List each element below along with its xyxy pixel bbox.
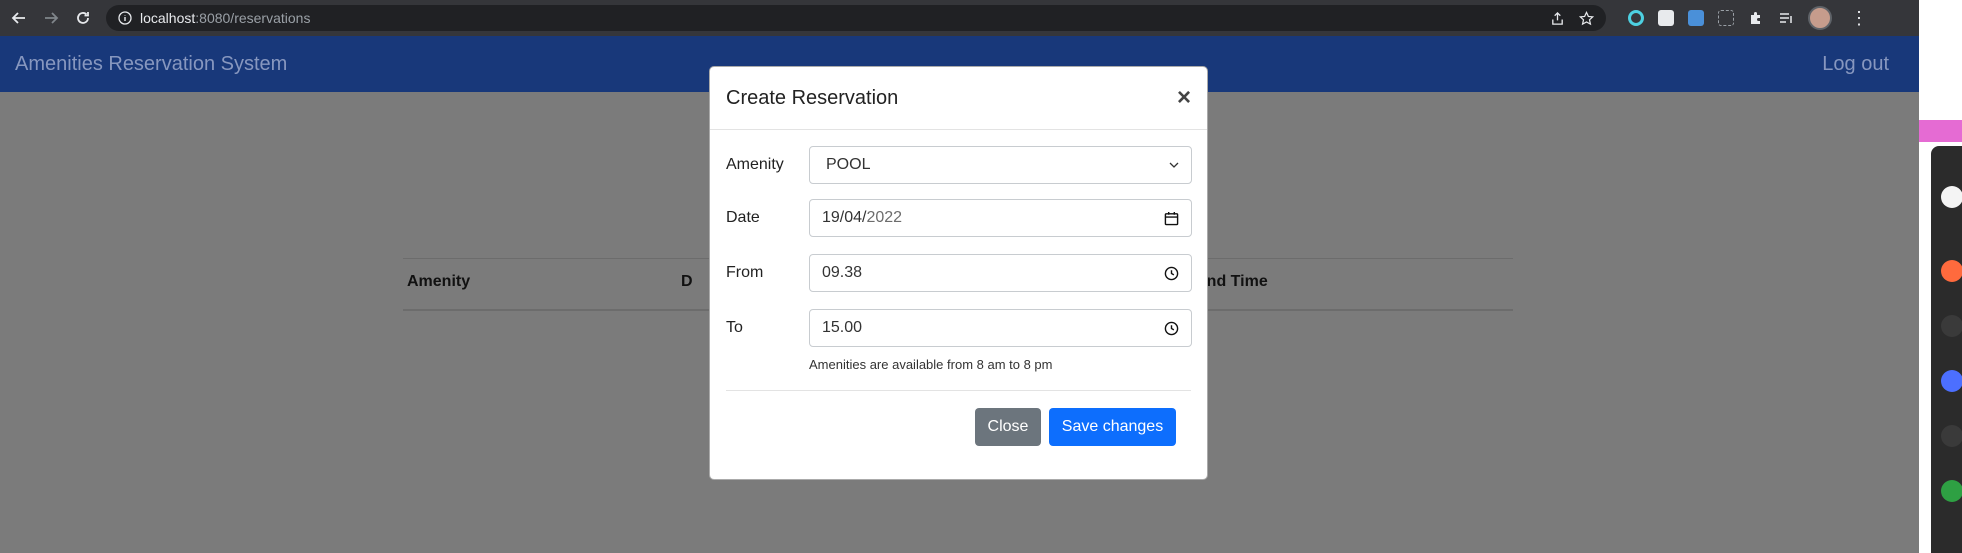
dock-app-icon [1941, 315, 1962, 337]
puzzle-icon[interactable] [1748, 10, 1764, 26]
close-button[interactable]: Close [975, 408, 1041, 446]
amenity-row: Amenity POOL [726, 146, 1192, 184]
share-icon[interactable] [1550, 11, 1565, 26]
to-time-input[interactable]: 15.00 [809, 309, 1192, 347]
clock-icon[interactable] [1164, 266, 1179, 281]
from-row: From 09.38 [726, 254, 1192, 292]
to-label: To [726, 319, 743, 336]
save-changes-button[interactable]: Save changes [1049, 408, 1176, 446]
dock-app-icon [1941, 260, 1962, 282]
browser-toolbar: localhost:8080/reservations ⋮ [0, 0, 1919, 36]
close-icon[interactable]: × [1177, 84, 1191, 112]
availability-help-text: Amenities are available from 8 am to 8 p… [809, 357, 1053, 372]
back-icon[interactable] [6, 5, 32, 31]
modal-header: Create Reservation × [710, 67, 1207, 130]
address-bar[interactable]: localhost:8080/reservations [106, 5, 1606, 31]
date-label: Date [726, 209, 760, 226]
from-value: 09.38 [822, 264, 863, 281]
extension-circle-icon[interactable] [1628, 10, 1644, 26]
amenity-select[interactable]: POOL [809, 146, 1192, 184]
modal-title: Create Reservation [726, 86, 899, 109]
background-window [1919, 0, 1962, 553]
from-time-input[interactable]: 09.38 [809, 254, 1192, 292]
bookmark-star-icon[interactable] [1579, 10, 1594, 26]
app-brand[interactable]: Amenities Reservation System [15, 53, 287, 76]
date-input[interactable]: 19/04/2022 [809, 199, 1192, 237]
chevron-down-icon [1169, 162, 1179, 168]
to-row: To 15.00 [726, 309, 1192, 347]
date-value: 19/04/2022 [822, 209, 903, 226]
extension-pdf-icon[interactable] [1658, 10, 1674, 26]
url-host: localhost [140, 10, 196, 26]
from-label: From [726, 264, 764, 281]
column-date: D [681, 273, 693, 290]
background-window-bar [1919, 120, 1962, 142]
calendar-icon[interactable] [1164, 211, 1179, 226]
date-row: Date 19/04/2022 [726, 199, 1192, 237]
logout-link[interactable]: Log out [1822, 53, 1889, 76]
forward-icon[interactable] [38, 5, 64, 31]
dock-app-icon [1941, 425, 1962, 447]
dock-app-icon [1941, 370, 1962, 392]
menu-kebab-icon[interactable]: ⋮ [1850, 8, 1868, 29]
url-path: :8080/reservations [195, 10, 311, 26]
amenity-label: Amenity [726, 156, 784, 173]
info-icon[interactable] [118, 11, 132, 25]
reload-icon[interactable] [70, 5, 96, 31]
reading-list-icon[interactable] [1778, 10, 1794, 26]
to-value: 15.00 [822, 319, 863, 336]
clock-icon[interactable] [1164, 321, 1179, 336]
profile-avatar[interactable] [1808, 6, 1832, 30]
create-reservation-modal: Create Reservation × Amenity POOL Date 1… [709, 66, 1208, 480]
dock-app-icon [1941, 186, 1962, 208]
amenity-selected-value: POOL [826, 156, 871, 173]
dock-app-icon [1941, 480, 1962, 502]
column-amenity: Amenity [407, 273, 471, 290]
modal-footer-divider [726, 390, 1191, 391]
extension-code-icon[interactable] [1718, 10, 1734, 26]
extension-image-icon[interactable] [1688, 10, 1704, 26]
